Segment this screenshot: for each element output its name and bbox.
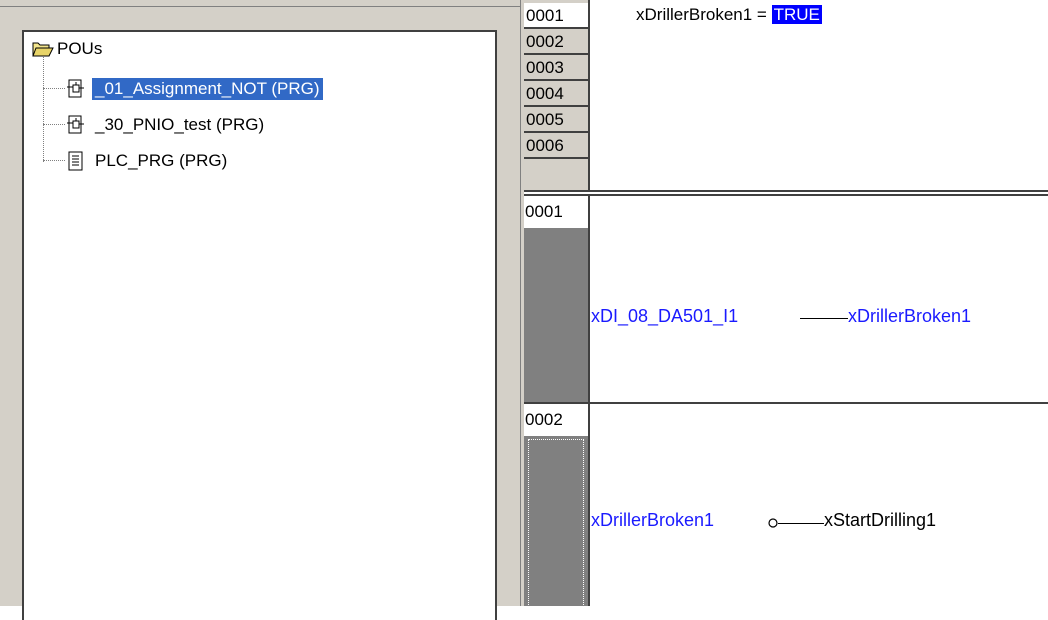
- connection-wire: [778, 523, 824, 524]
- editor-area: 0001 0002 0003 0004 0005 0006 xDrillerBr…: [524, 0, 1048, 611]
- line-number: 0005: [524, 107, 588, 133]
- line-number: 0004: [524, 81, 588, 107]
- line-number: 0002: [524, 29, 588, 55]
- tree-guide-horizontal: [43, 160, 65, 161]
- ladder-network-area[interactable]: 0001 xDI_08_DA501_I1 xDrillerBroken1 000…: [524, 196, 1048, 611]
- network-number[interactable]: 0001: [524, 196, 590, 228]
- tree-item-pnio-test[interactable]: _30_PNIO_test (PRG): [66, 112, 267, 138]
- tree-item-label: _01_Assignment_NOT (PRG): [92, 78, 323, 100]
- network-number[interactable]: 0002: [524, 404, 590, 436]
- tree-item-assignment-not[interactable]: _01_Assignment_NOT (PRG): [66, 76, 323, 102]
- network-input-variable[interactable]: xDrillerBroken1: [591, 510, 714, 531]
- tree-root-label: POUs: [57, 39, 103, 58]
- declaration-editor[interactable]: 0001 0002 0003 0004 0005 0006 xDrillerBr…: [524, 0, 1048, 190]
- tree-guide-vertical: [43, 56, 44, 162]
- line-number: 0006: [524, 133, 588, 159]
- frame-line: [0, 6, 520, 7]
- network-output-variable[interactable]: xStartDrilling1: [824, 510, 936, 531]
- network-input-variable[interactable]: xDI_08_DA501_I1: [591, 306, 738, 327]
- line-number: 0001: [524, 3, 588, 29]
- line-number-gutter: 0001 0002 0003 0004 0005 0006: [524, 0, 590, 190]
- focus-rectangle: [528, 439, 584, 611]
- online-value[interactable]: TRUE: [771, 5, 822, 24]
- variable-name: xDrillerBroken1 =: [636, 5, 767, 24]
- tree-item-plc-prg[interactable]: PLC_PRG (PRG): [66, 148, 230, 174]
- connection-wire: [800, 318, 848, 319]
- program-icon: [67, 79, 84, 98]
- project-tree-frame: POUs _01_Assignment_NOT (PRG) _30_PNIO_t…: [0, 0, 520, 620]
- tree-guide-horizontal: [43, 124, 65, 125]
- tree-item-label: _30_PNIO_test (PRG): [95, 115, 265, 134]
- tree-guide-horizontal: [43, 88, 65, 89]
- network-separator: [524, 402, 1048, 404]
- network-output-variable[interactable]: xDrillerBroken1: [848, 306, 971, 327]
- document-icon: [68, 151, 83, 171]
- pou-tree[interactable]: POUs _01_Assignment_NOT (PRG) _30_PNIO_t…: [22, 30, 497, 620]
- tree-item-label: PLC_PRG (PRG): [95, 151, 228, 170]
- line-number: 0003: [524, 55, 588, 81]
- program-icon: [67, 115, 84, 134]
- declaration-line-1[interactable]: xDrillerBroken1 = TRUE: [636, 5, 822, 25]
